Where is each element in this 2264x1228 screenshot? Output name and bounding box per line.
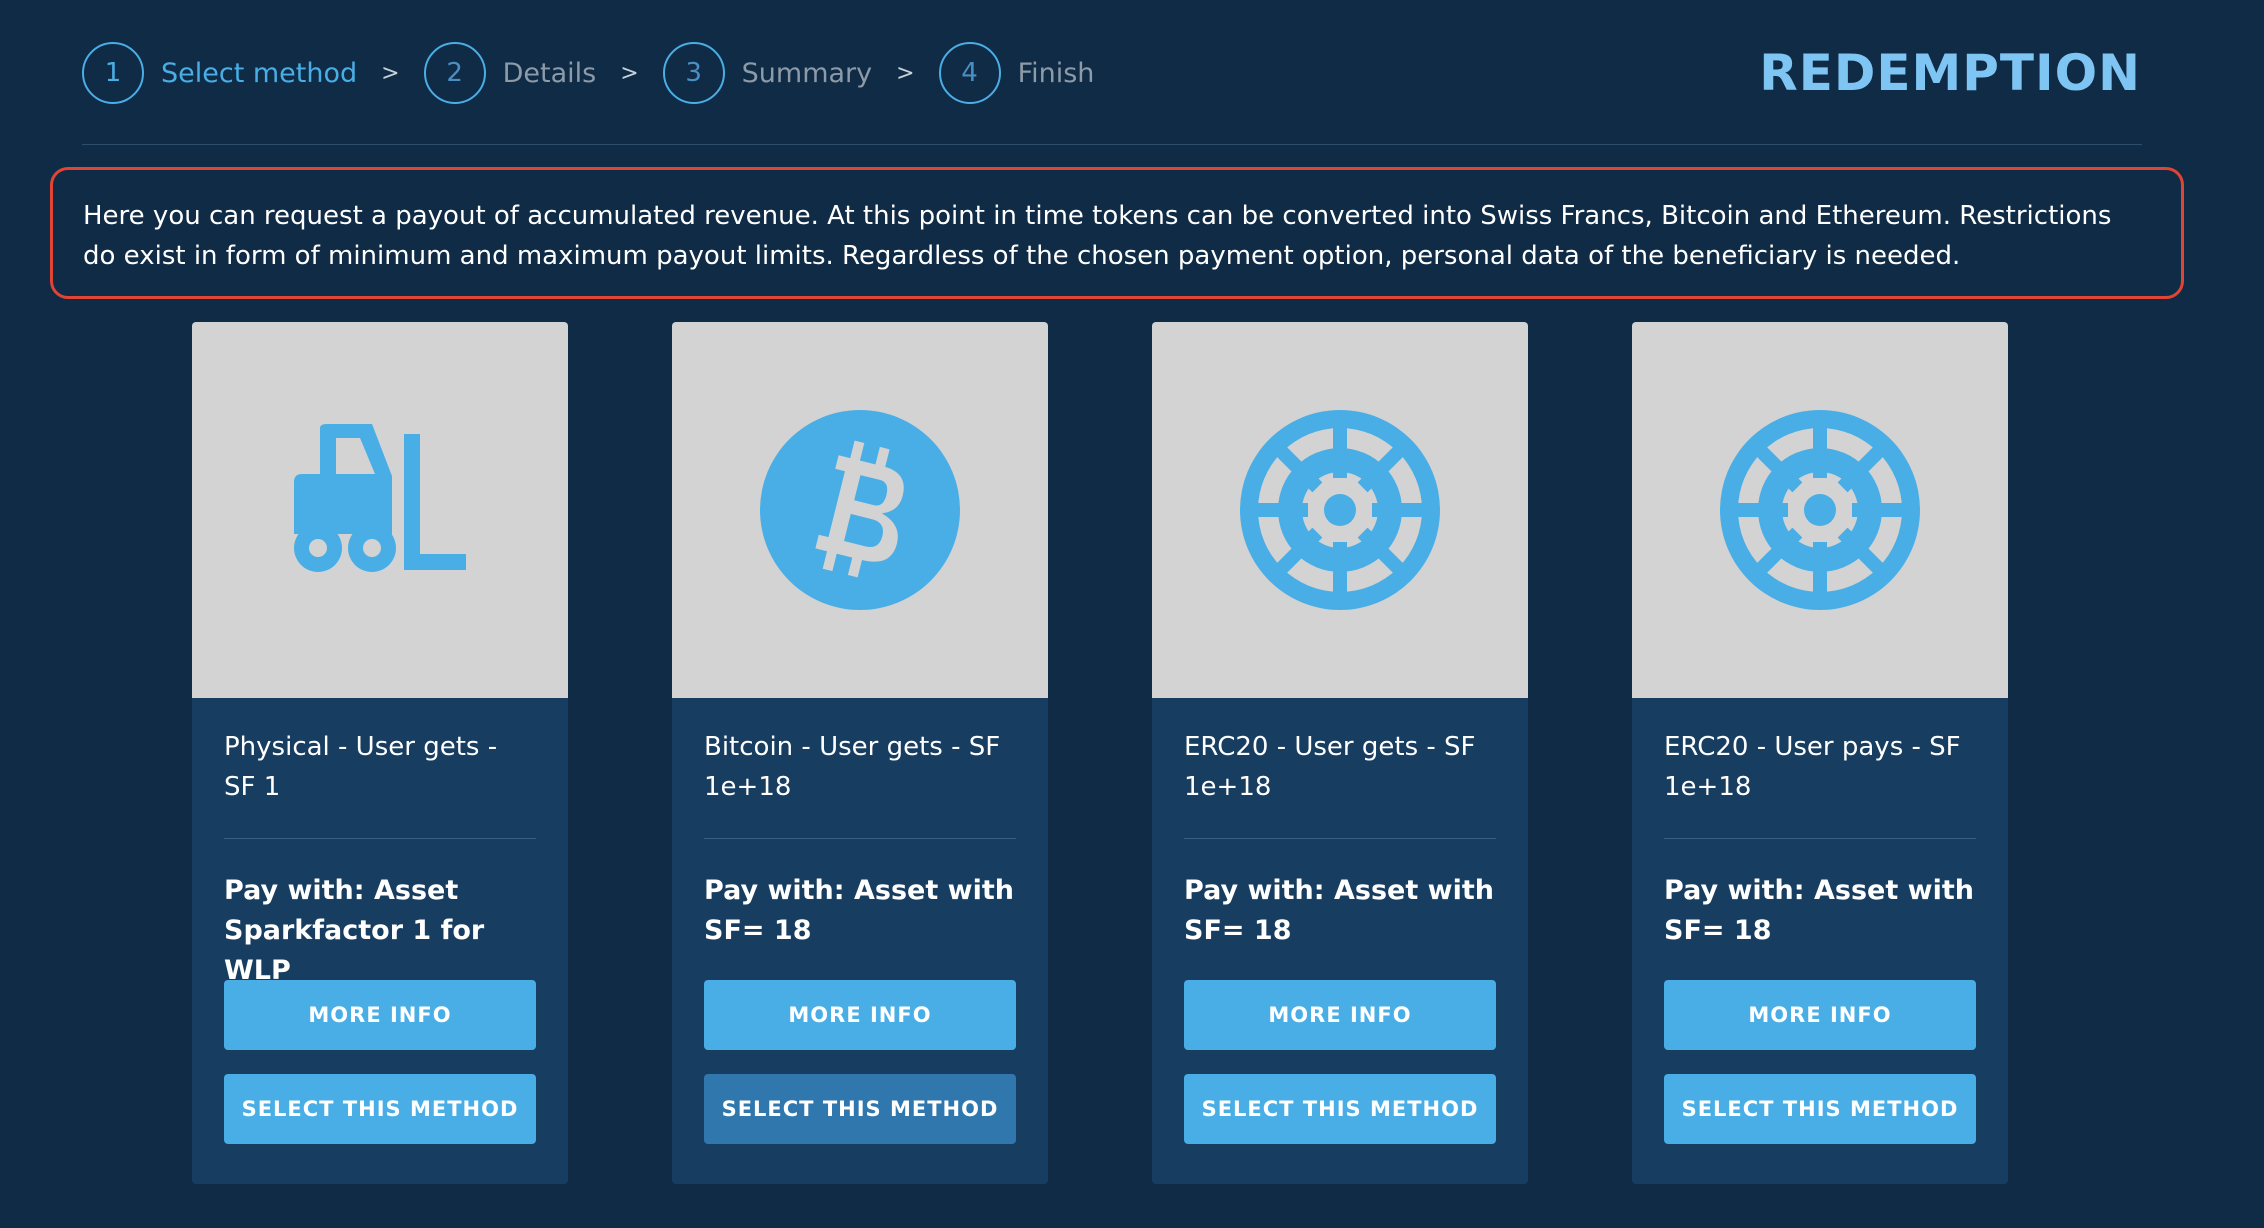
step-summary[interactable]: 3 Summary: [662, 42, 873, 104]
header-divider: [82, 144, 2142, 145]
select-method-button[interactable]: SELECT THIS METHOD: [224, 1074, 536, 1144]
card-image: [672, 322, 1048, 698]
card-image: [192, 322, 568, 698]
erc20-icon: [1240, 410, 1440, 610]
card-title: ERC20 - User gets - SF 1e+18: [1184, 732, 1476, 802]
card-title: Bitcoin - User gets - SF 1e+18: [704, 732, 1001, 802]
step-number: 3: [662, 42, 725, 104]
method-card-erc20-user-pays: ERC20 - User pays - SF 1e+18 Pay with: A…: [1632, 322, 2008, 1184]
step-details[interactable]: 2 Details: [423, 42, 597, 104]
more-info-button[interactable]: MORE INFO: [1664, 980, 1976, 1050]
step-label: Select method: [161, 57, 358, 89]
page-title: REDEMPTION: [1759, 44, 2141, 102]
step-label: Finish: [1017, 57, 1095, 89]
forklift-icon: [294, 424, 466, 572]
select-method-button[interactable]: SELECT THIS METHOD: [1664, 1074, 1976, 1144]
step-label: Summary: [741, 57, 873, 89]
card-pay-with: Pay with: Asset with SF= 18: [1664, 875, 1974, 946]
step-label: Details: [502, 57, 597, 89]
card-pay-with: Pay with: Asset with SF= 18: [704, 875, 1014, 946]
more-info-button[interactable]: MORE INFO: [704, 980, 1016, 1050]
step-number: 2: [423, 42, 486, 104]
step-separator: >: [896, 60, 915, 86]
card-title: Physical - User gets - SF 1: [224, 732, 498, 802]
bitcoin-icon: [760, 410, 960, 610]
step-number: 4: [938, 42, 1001, 104]
method-card-bitcoin: Bitcoin - User gets - SF 1e+18 Pay with:…: [672, 322, 1048, 1184]
method-card-physical: Physical - User gets - SF 1 Pay with: As…: [192, 322, 568, 1184]
stepper: 1 Select method > 2 Details > 3 Summary …: [82, 40, 1094, 106]
intro-text: Here you can request a payout of accumul…: [50, 167, 2184, 299]
more-info-button[interactable]: MORE INFO: [1184, 980, 1496, 1050]
step-number: 1: [82, 42, 144, 104]
card-divider: [1664, 838, 1976, 839]
step-separator: >: [381, 60, 400, 86]
step-finish[interactable]: 4 Finish: [938, 42, 1095, 104]
card-pay-with: Pay with: Asset Sparkfactor 1 for WLP: [224, 875, 485, 986]
select-method-button[interactable]: SELECT THIS METHOD: [704, 1074, 1016, 1144]
card-pay-with: Pay with: Asset with SF= 18: [1184, 875, 1494, 946]
select-method-button[interactable]: SELECT THIS METHOD: [1184, 1074, 1496, 1144]
card-image: [1152, 322, 1528, 698]
card-title: ERC20 - User pays - SF 1e+18: [1664, 732, 1961, 802]
card-divider: [224, 838, 536, 839]
method-card-erc20-user-gets: ERC20 - User gets - SF 1e+18 Pay with: A…: [1152, 322, 1528, 1184]
erc20-icon: [1720, 410, 1920, 610]
step-separator: >: [620, 60, 639, 86]
step-select-method[interactable]: 1 Select method: [82, 42, 357, 104]
card-divider: [704, 838, 1016, 839]
card-divider: [1184, 838, 1496, 839]
card-image: [1632, 322, 2008, 698]
